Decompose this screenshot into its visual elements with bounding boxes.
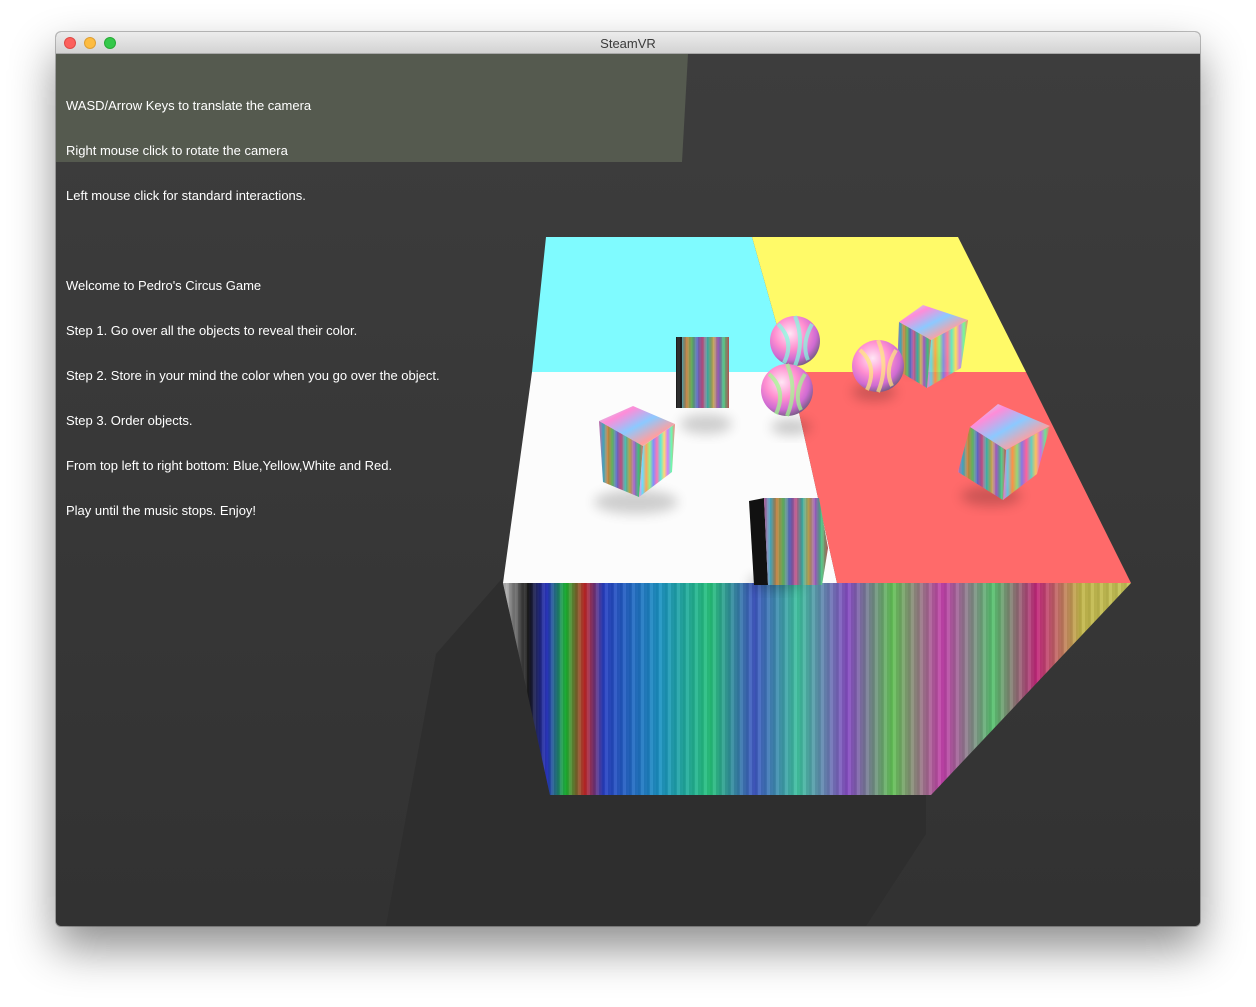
instruction-line: Left mouse click for standard interactio… bbox=[66, 188, 306, 203]
object-shadow bbox=[680, 414, 732, 434]
instruction-line: Right mouse click to rotate the camera bbox=[66, 143, 288, 158]
striped-sphere[interactable] bbox=[770, 315, 820, 367]
striped-sphere[interactable] bbox=[761, 363, 813, 417]
instruction-line bbox=[66, 233, 440, 248]
game-welcome-line: Welcome to Pedro's Circus Game bbox=[66, 278, 262, 293]
instruction-line: Play until the music stops. Enjoy! bbox=[66, 503, 257, 518]
instruction-line: From top left to right bottom: Blue,Yell… bbox=[66, 458, 393, 473]
sphere-body bbox=[761, 364, 813, 416]
striped-cube[interactable] bbox=[676, 337, 729, 408]
sphere-body bbox=[770, 316, 820, 366]
window-title: SteamVR bbox=[600, 36, 656, 51]
instruction-line: WASD/Arrow Keys to translate the camera bbox=[66, 98, 312, 113]
app-window: SteamVR WASD/Arrow Keys to translate the… bbox=[56, 32, 1200, 926]
instruction-line: Step 1. Go over all the objects to revea… bbox=[66, 323, 358, 338]
striped-cube[interactable] bbox=[749, 498, 828, 585]
title-bar[interactable]: SteamVR bbox=[56, 32, 1200, 54]
game-viewport[interactable]: WASD/Arrow Keys to translate the camera … bbox=[56, 54, 1200, 926]
instruction-line: Step 2. Store in your mind the color whe… bbox=[66, 368, 440, 383]
object-shadow bbox=[771, 419, 811, 435]
instruction-line: Step 3. Order objects. bbox=[66, 413, 193, 428]
striped-sphere[interactable] bbox=[852, 339, 904, 393]
cube-stripes bbox=[764, 498, 828, 585]
instructions-panel: WASD/Arrow Keys to translate the camera … bbox=[66, 68, 440, 548]
sphere-body bbox=[852, 340, 904, 392]
cube-stripes bbox=[676, 337, 729, 408]
floor-quadrant-blue bbox=[532, 237, 790, 372]
